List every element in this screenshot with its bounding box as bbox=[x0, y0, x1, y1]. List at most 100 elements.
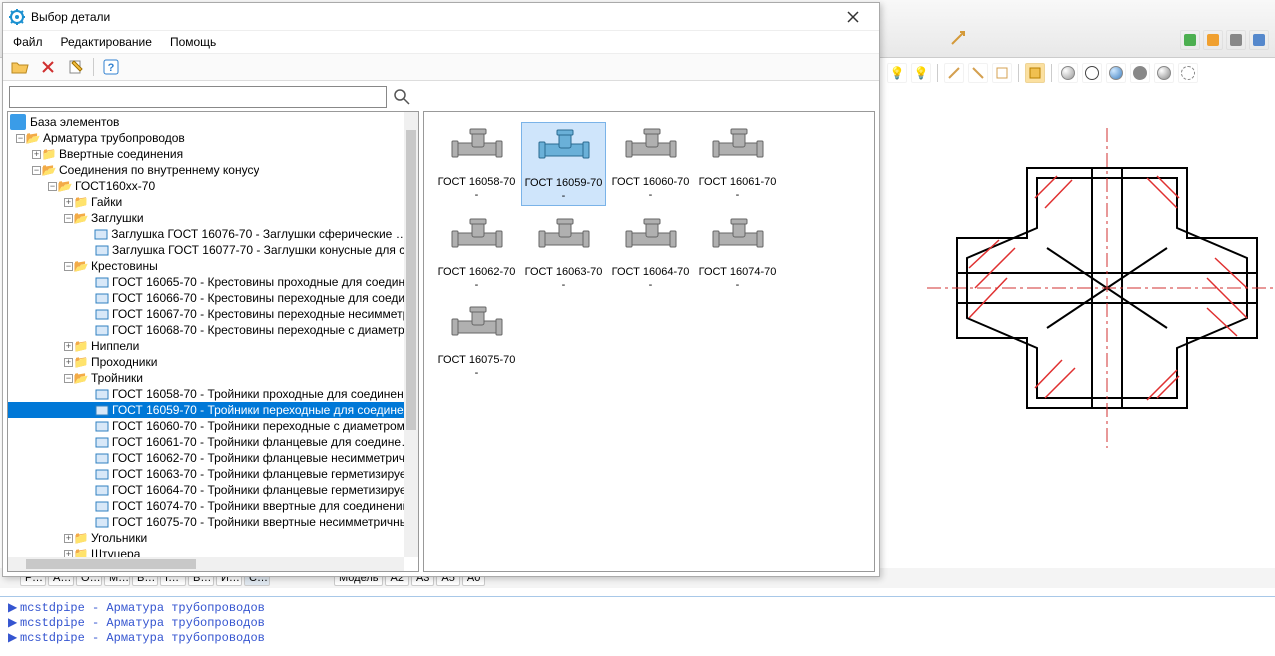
thumbnail-item[interactable]: ГОСТ 16059-70 -Тройники пер... bbox=[521, 122, 606, 206]
part-icon bbox=[94, 291, 110, 305]
tree-leaf[interactable]: ГОСТ 16058-70 - Тройники проходные для с… bbox=[8, 386, 418, 402]
collapse-icon[interactable]: − bbox=[64, 262, 73, 271]
tee-fitting-icon bbox=[703, 214, 773, 262]
menu-file[interactable]: Файл bbox=[13, 35, 43, 49]
folder-icon: 📁 bbox=[73, 195, 89, 209]
dialog-toolbar: ? bbox=[3, 53, 879, 81]
tree-item[interactable]: −📂Крестовины bbox=[8, 258, 418, 274]
scroll-thumb[interactable] bbox=[406, 130, 416, 430]
bg-icon-3[interactable] bbox=[1226, 30, 1246, 50]
thumbnail-item[interactable]: ГОСТ 16061-70 -Тройники фла... bbox=[695, 122, 780, 206]
search-input[interactable] bbox=[9, 86, 387, 108]
dialog-titlebar[interactable]: Выбор детали bbox=[3, 3, 879, 31]
bg-icon-1[interactable] bbox=[1180, 30, 1200, 50]
edit-button[interactable] bbox=[65, 56, 87, 78]
tree-item[interactable]: −📂ГОСТ160xx-70 bbox=[8, 178, 418, 194]
part-icon bbox=[94, 499, 110, 513]
tree-leaf[interactable]: ГОСТ 16067-70 - Крестовины переходные не… bbox=[8, 306, 418, 322]
tree-leaf[interactable]: ГОСТ 16061-70 - Тройники фланцевые для с… bbox=[8, 434, 418, 450]
collapse-icon[interactable]: − bbox=[64, 374, 73, 383]
tee-fitting-icon bbox=[703, 124, 773, 172]
thumbnail-item[interactable]: ГОСТ 16062-70 -Тройники фла... bbox=[434, 212, 519, 294]
tree-hscroll[interactable] bbox=[8, 557, 404, 571]
console-line: mcstdpipe - Арматура трубопроводов bbox=[20, 631, 265, 645]
menu-help[interactable]: Помощь bbox=[170, 35, 216, 49]
tree-item[interactable]: +📁Угольники bbox=[8, 530, 418, 546]
expand-icon[interactable]: + bbox=[64, 198, 73, 207]
folder-icon: 📁 bbox=[73, 531, 89, 545]
tree-item[interactable]: −📂Соединения по внутреннему конусу bbox=[8, 162, 418, 178]
thumbnail-item[interactable]: ГОСТ 16064-70 -Тройники фла... bbox=[608, 212, 693, 294]
tree-item[interactable]: +📁Проходники bbox=[8, 354, 418, 370]
tree-item[interactable]: −📂Заглушки bbox=[8, 210, 418, 226]
tree-item[interactable]: −📂Тройники bbox=[8, 370, 418, 386]
tree-root[interactable]: База элементов bbox=[8, 114, 418, 130]
tree-item[interactable]: +📁Ввертные соединения bbox=[8, 146, 418, 162]
tee-fitting-icon bbox=[529, 125, 599, 173]
tb-tool3-icon[interactable] bbox=[992, 63, 1012, 83]
tree-item[interactable]: +📁Гайки bbox=[8, 194, 418, 210]
tree-leaf-selected[interactable]: ГОСТ 16059-70 - Тройники переходные для … bbox=[8, 402, 418, 418]
expand-icon[interactable]: + bbox=[64, 358, 73, 367]
expand-icon[interactable]: + bbox=[64, 534, 73, 543]
tee-fitting-icon bbox=[529, 214, 599, 262]
help-button[interactable]: ? bbox=[100, 56, 122, 78]
tree-leaf[interactable]: ГОСТ 16068-70 - Крестовины переходные с … bbox=[8, 322, 418, 338]
console-line: mcstdpipe - Арматура трубопроводов bbox=[20, 616, 265, 630]
collapse-icon[interactable]: − bbox=[48, 182, 57, 191]
collapse-icon[interactable]: − bbox=[64, 214, 73, 223]
bg-icon-2[interactable] bbox=[1203, 30, 1223, 50]
thumbnail-item[interactable]: ГОСТ 16075-70 -Тройники вве... bbox=[434, 300, 519, 382]
tb-sphere1-icon[interactable] bbox=[1058, 63, 1078, 83]
tb-lightbulb2-icon[interactable]: 💡 bbox=[911, 63, 931, 83]
thumbnail-item[interactable]: ГОСТ 16074-70 -Тройники вве... bbox=[695, 212, 780, 294]
tb-sphere3-icon[interactable] bbox=[1106, 63, 1126, 83]
part-icon bbox=[94, 243, 110, 257]
tree-leaf[interactable]: ГОСТ 16066-70 - Крестовины переходные дл… bbox=[8, 290, 418, 306]
console-line: mcstdpipe - Арматура трубопроводов bbox=[20, 601, 265, 615]
drawing-canvas[interactable] bbox=[877, 88, 1275, 586]
tree-leaf[interactable]: Заглушка ГОСТ 16076-70 - Заглушки сферич… bbox=[8, 226, 418, 242]
bg-icon-4[interactable] bbox=[1249, 30, 1269, 50]
tree-item[interactable]: +📁Ниппели bbox=[8, 338, 418, 354]
collapse-icon[interactable]: − bbox=[32, 166, 41, 175]
tree-leaf[interactable]: ГОСТ 16074-70 - Тройники ввертные для со… bbox=[8, 498, 418, 514]
tree-item[interactable]: −📂Арматура трубопроводов bbox=[8, 130, 418, 146]
tree-leaf[interactable]: ГОСТ 16063-70 - Тройники фланцевые герме… bbox=[8, 466, 418, 482]
tree-leaf[interactable]: ГОСТ 16064-70 - Тройники фланцевые герме… bbox=[8, 482, 418, 498]
tb-sphere4-icon[interactable] bbox=[1130, 63, 1150, 83]
bg-tool-icon[interactable] bbox=[950, 30, 970, 50]
command-console[interactable]: ▶mcstdpipe - Арматура трубопроводов ▶mcs… bbox=[0, 596, 1275, 656]
part-icon bbox=[94, 307, 110, 321]
tee-fitting-icon bbox=[442, 214, 512, 262]
tb-sphere6-icon[interactable] bbox=[1178, 63, 1198, 83]
part-selection-dialog: Выбор детали Файл Редактирование Помощь … bbox=[2, 2, 880, 577]
collapse-icon[interactable]: − bbox=[16, 134, 25, 143]
tree-leaf[interactable]: ГОСТ 16060-70 - Тройники переходные с ди… bbox=[8, 418, 418, 434]
scroll-thumb[interactable] bbox=[26, 559, 196, 569]
tree-leaf[interactable]: ГОСТ 16065-70 - Крестовины проходные для… bbox=[8, 274, 418, 290]
tree-panel[interactable]: База элементов −📂Арматура трубопроводов … bbox=[7, 111, 419, 572]
tee-fitting-icon bbox=[616, 214, 686, 262]
tb-tool1-icon[interactable] bbox=[944, 63, 964, 83]
tb-sphere5-icon[interactable] bbox=[1154, 63, 1174, 83]
thumbnail-item[interactable]: ГОСТ 16058-70 -Тройники про... bbox=[434, 122, 519, 206]
folder-open-button[interactable] bbox=[9, 56, 31, 78]
bg-toolbar-2: 💡 💡 bbox=[877, 58, 1275, 88]
menu-edit[interactable]: Редактирование bbox=[61, 35, 152, 49]
expand-icon[interactable]: + bbox=[32, 150, 41, 159]
tree-vscroll[interactable] bbox=[404, 112, 418, 557]
tb-cube-icon[interactable] bbox=[1025, 63, 1045, 83]
tb-tool2-icon[interactable] bbox=[968, 63, 988, 83]
expand-icon[interactable]: + bbox=[64, 342, 73, 351]
search-button[interactable] bbox=[391, 86, 413, 108]
close-button[interactable] bbox=[833, 4, 873, 30]
tree-leaf[interactable]: Заглушка ГОСТ 16077-70 - Заглушки конусн… bbox=[8, 242, 418, 258]
tb-sphere2-icon[interactable] bbox=[1082, 63, 1102, 83]
thumbnail-item[interactable]: ГОСТ 16063-70 -Тройники фла... bbox=[521, 212, 606, 294]
tb-lightbulb-icon[interactable]: 💡 bbox=[887, 63, 907, 83]
tree-leaf[interactable]: ГОСТ 16062-70 - Тройники фланцевые несим… bbox=[8, 450, 418, 466]
tree-leaf[interactable]: ГОСТ 16075-70 - Тройники ввертные несимм… bbox=[8, 514, 418, 530]
thumbnail-item[interactable]: ГОСТ 16060-70 -Тройники пер... bbox=[608, 122, 693, 206]
delete-button[interactable] bbox=[37, 56, 59, 78]
